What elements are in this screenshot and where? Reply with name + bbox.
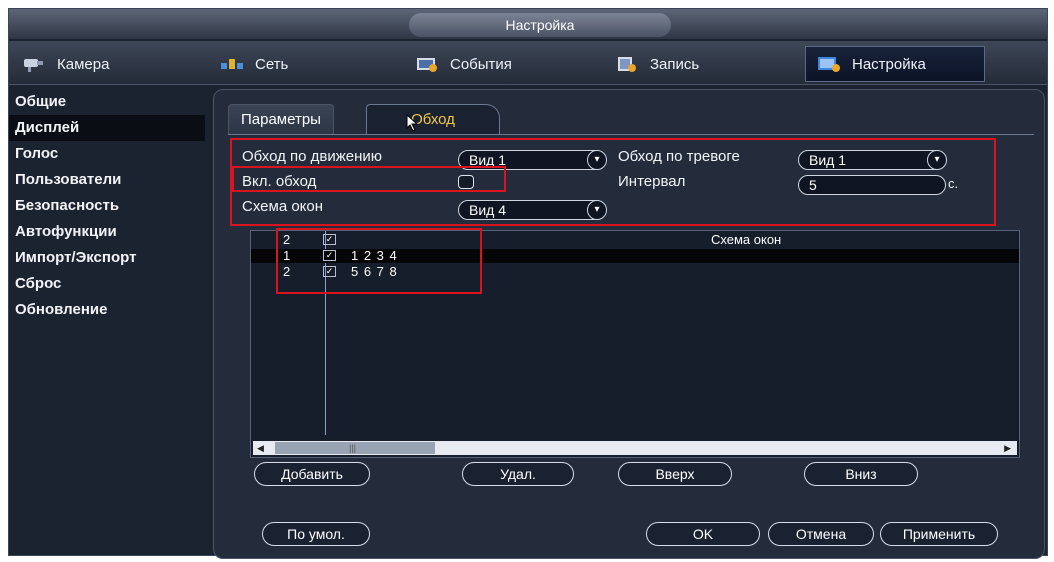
mouse-cursor-icon (406, 114, 419, 132)
tab-settings[interactable]: Настройка (805, 46, 985, 82)
move-down-button[interactable]: Вниз (804, 462, 918, 486)
sidebar-item-update[interactable]: Обновление (9, 297, 205, 323)
network-icon (221, 59, 243, 69)
tab-events-label: События (450, 55, 512, 73)
add-button[interactable]: Добавить (254, 462, 370, 486)
events-icon (417, 58, 437, 72)
scroll-right-icon[interactable]: ▶ (1004, 441, 1011, 455)
scroll-grip-icon: ||| (349, 443, 357, 453)
tab-camera[interactable]: Камера (11, 46, 199, 82)
default-button[interactable]: По умол. (262, 522, 370, 546)
sidebar-item-autofunctions[interactable]: Автофункции (9, 219, 205, 245)
tab-settings-label: Настройка (852, 55, 926, 73)
delete-button[interactable]: Удал. (462, 462, 574, 486)
ok-button[interactable]: OK (646, 522, 760, 546)
apply-button[interactable]: Применить (880, 522, 998, 546)
sidebar-item-import-export[interactable]: Импорт/Экспорт (9, 245, 205, 271)
tab-network[interactable]: Сеть (209, 46, 389, 82)
highlight-grid-rows-frame (276, 228, 482, 294)
tab-tour[interactable]: Обход (366, 104, 500, 134)
tab-record[interactable]: Запись (604, 46, 794, 82)
move-up-button[interactable]: Вверх (618, 462, 732, 486)
main-toolbar: Камера Сеть События Запись Настройка (9, 41, 1047, 85)
subtab-divider (228, 134, 1034, 135)
camera-icon (24, 59, 43, 72)
settings-window: Настройка Камера Сеть События Запись Нас… (8, 8, 1048, 559)
tab-network-label: Сеть (255, 55, 289, 73)
sidebar: Общие Дисплей Голос Пользователи Безопас… (9, 89, 205, 555)
settings-panel: Параметры Обход Обход по движению Вид 1 … (213, 89, 1045, 559)
grid-header-title: Схема окон (711, 232, 782, 247)
tab-camera-label: Камера (57, 55, 110, 73)
cancel-button[interactable]: Отмена (768, 522, 874, 546)
sidebar-item-display[interactable]: Дисплей (9, 115, 205, 141)
record-icon (618, 57, 636, 72)
sidebar-item-users[interactable]: Пользователи (9, 167, 205, 193)
horizontal-scrollbar[interactable]: ◀ ||| ▶ (253, 441, 1017, 455)
scroll-left-icon[interactable]: ◀ (257, 441, 264, 455)
settings-icon (818, 57, 840, 72)
title-bar: Настройка (9, 9, 1047, 39)
sidebar-item-security[interactable]: Безопасность (9, 193, 205, 219)
tab-record-label: Запись (650, 55, 700, 73)
tab-parameters[interactable]: Параметры (228, 104, 334, 134)
sidebar-item-reset[interactable]: Сброс (9, 271, 205, 297)
sidebar-item-general[interactable]: Общие (9, 89, 205, 115)
highlight-enable-tour-frame (232, 166, 506, 192)
window-title: Настройка (409, 13, 671, 37)
tab-events[interactable]: События (404, 46, 594, 82)
sidebar-item-audio[interactable]: Голос (9, 141, 205, 167)
